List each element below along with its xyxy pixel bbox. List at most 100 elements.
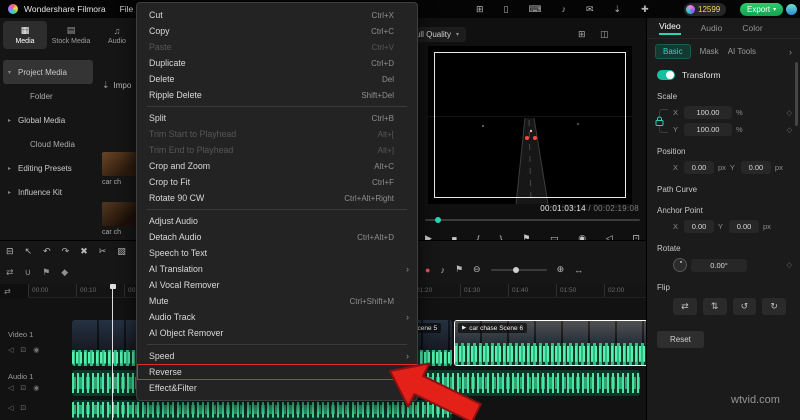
menu-item[interactable]: Audio Track › (137, 309, 417, 325)
track-options-icon[interactable]: ⇄ (4, 287, 11, 296)
path-curve-label[interactable]: Path Curve (647, 176, 800, 197)
file-menu[interactable]: File (120, 4, 134, 14)
voiceover-icon[interactable]: ♪ (440, 265, 445, 275)
delete-icon[interactable]: ✖ (80, 246, 88, 257)
properties-subtab[interactable]: Mask (700, 47, 719, 56)
lock-track-icon[interactable]: ⊡ (20, 346, 26, 354)
download-icon[interactable]: ⇣ (614, 4, 622, 15)
menu-item[interactable]: Split Ctrl+B › (137, 110, 417, 126)
timeline-music-clip[interactable] (72, 400, 452, 420)
transform-toggle[interactable] (657, 70, 675, 80)
position-y-field[interactable]: 0.00 (740, 161, 771, 174)
media-tree-item[interactable]: ▸ Editing Presets (0, 156, 96, 180)
flip-horizontal-button[interactable]: ⇄ (673, 298, 697, 315)
zoom-out-icon[interactable]: ⊖ (473, 264, 481, 275)
scrollbar[interactable] (795, 62, 798, 126)
media-tree-item[interactable]: Folder (0, 84, 96, 108)
message-icon[interactable]: ✉ (586, 4, 594, 15)
media-tab[interactable]: ▤ Stock Media (49, 21, 93, 49)
plugin-icon[interactable]: ♪ (562, 4, 567, 14)
reset-diamond-icon[interactable]: ◇ (787, 261, 792, 269)
menu-item[interactable]: Trim Start to Playhead Alt+[ › (137, 126, 417, 142)
media-tree-item[interactable]: Cloud Media (0, 132, 96, 156)
rotate-dial[interactable] (673, 258, 687, 272)
media-tree-item[interactable]: ▸ Influence Kit (0, 180, 96, 204)
menu-item[interactable]: Adjust Audio › (137, 213, 417, 229)
scale-y-field[interactable]: 100.00 (684, 123, 732, 136)
mute-track-icon[interactable]: ◁ (8, 404, 13, 412)
avatar[interactable] (786, 3, 797, 15)
zoom-fit-icon[interactable]: ↔ (574, 265, 583, 275)
visibility-track-icon[interactable]: ◉ (33, 384, 39, 392)
transform-bounding-box[interactable] (434, 52, 626, 198)
compare-view-icon[interactable]: ◫ (600, 29, 609, 40)
lock-track-icon[interactable]: ⊡ (20, 404, 26, 412)
anchor-y-field[interactable]: 0.00 (729, 220, 759, 233)
gift-icon[interactable]: ✚ (641, 4, 649, 15)
properties-tab[interactable]: Color (742, 23, 762, 33)
reset-diamond-icon[interactable]: ◇ (787, 109, 792, 117)
link-icon[interactable]: ⇄ (6, 267, 14, 278)
scale-link-bracket[interactable] (655, 109, 668, 133)
menu-item[interactable]: Ripple Delete Shift+Del › (137, 87, 417, 103)
device-icon[interactable]: ▯ (504, 4, 509, 15)
menu-item[interactable]: Effect&Filter › (137, 380, 417, 396)
select-tool-icon[interactable]: ↖ (25, 246, 33, 257)
magnet-icon[interactable]: ∪ (25, 267, 32, 278)
timeline-zoom-slider[interactable] (490, 266, 547, 273)
position-x-field[interactable]: 0.00 (684, 161, 714, 174)
playhead[interactable] (109, 284, 116, 420)
split-icon[interactable]: ✂ (99, 246, 107, 257)
menu-item[interactable]: › (137, 103, 417, 110)
properties-tab[interactable]: Video (659, 21, 681, 35)
properties-tab[interactable]: Audio (701, 23, 723, 33)
redo-icon[interactable]: ↷ (62, 246, 70, 257)
media-thumbnail[interactable] (102, 152, 136, 176)
media-thumbnail[interactable] (102, 202, 136, 226)
properties-subtab[interactable]: AI Tools (728, 47, 756, 56)
coins-badge[interactable]: 12599 (684, 2, 727, 16)
menu-item[interactable]: Copy Ctrl+C › (137, 23, 417, 39)
menu-item[interactable]: Paste Ctrl+V › (137, 39, 417, 55)
menu-item[interactable]: › (137, 341, 417, 348)
menu-item[interactable]: AI Translation › (137, 261, 417, 277)
rotate-cw-button[interactable]: ↻ (762, 298, 786, 315)
zoom-in-icon[interactable]: ⊕ (557, 264, 565, 275)
undo-icon[interactable]: ↶ (43, 246, 51, 257)
mute-track-icon[interactable]: ◁ (8, 346, 13, 354)
menu-item[interactable]: Mute Ctrl+Shift+M › (137, 293, 417, 309)
media-panel-toggle-icon[interactable]: ⊟ (6, 246, 14, 257)
layout-icon[interactable]: ⊞ (476, 4, 484, 15)
menu-item[interactable]: Speech to Text › (137, 245, 417, 261)
keyboard-icon[interactable]: ⌨ (529, 4, 542, 15)
keyframe-icon[interactable]: ◆ (61, 267, 68, 278)
rotate-ccw-button[interactable]: ↺ (732, 298, 757, 315)
export-button[interactable]: Export ▾ (740, 2, 784, 16)
rotate-field[interactable]: 0.00° (691, 258, 747, 272)
anchor-x-field[interactable]: 0.00 (684, 220, 714, 233)
menu-item[interactable]: Delete Del › (137, 71, 417, 87)
marker-icon[interactable]: ⚑ (42, 267, 50, 278)
menu-item[interactable]: AI Object Remover › (137, 325, 417, 341)
crop-icon[interactable]: ▧ (117, 246, 126, 257)
reset-diamond-icon[interactable]: ◇ (787, 126, 792, 134)
menu-item[interactable]: Duplicate Ctrl+D › (137, 55, 417, 71)
menu-item[interactable]: Crop and Zoom Alt+C › (137, 158, 417, 174)
menu-item[interactable]: Cut Ctrl+X › (137, 7, 417, 23)
media-tree-item[interactable]: ▸ Global Media (0, 108, 96, 132)
menu-item[interactable]: Speed › (137, 348, 417, 364)
record-icon[interactable]: ● (425, 265, 430, 275)
chevron-right-icon[interactable]: › (789, 47, 792, 57)
menu-item[interactable]: Detach Audio Ctrl+Alt+D › (137, 229, 417, 245)
marker-icon[interactable]: ⚑ (455, 264, 463, 275)
visibility-track-icon[interactable]: ◉ (33, 346, 39, 354)
seek-handle[interactable] (435, 217, 441, 223)
menu-item[interactable]: › (137, 206, 417, 213)
menu-item[interactable]: AI Vocal Remover › (137, 277, 417, 293)
menu-item[interactable]: Crop to Fit Ctrl+F › (137, 174, 417, 190)
menu-item[interactable]: Rotate 90 CW Ctrl+Alt+Right › (137, 190, 417, 206)
menu-item[interactable]: Reverse › (137, 364, 417, 380)
media-tree-item[interactable]: ▾ Project Media (3, 60, 93, 84)
media-tab[interactable]: ▦ Media (3, 21, 47, 49)
import-tile[interactable]: ⇣ Impo (102, 80, 131, 91)
